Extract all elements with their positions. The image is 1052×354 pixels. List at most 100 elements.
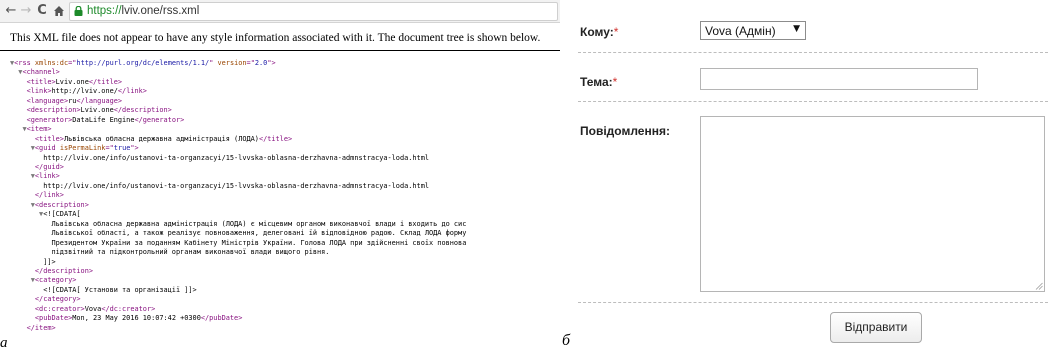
xml-line: ▼<channel> bbox=[10, 68, 466, 77]
xml-token: http://lviv.one/info/ustanovi-ta-organza… bbox=[10, 153, 429, 162]
xml-line: ▼<item> bbox=[10, 125, 466, 134]
recipient-select[interactable]: Vova (Адмін) ▼ bbox=[700, 21, 806, 40]
xml-token: <link> bbox=[34, 172, 60, 181]
required-mark: * bbox=[612, 75, 618, 89]
xml-token: <guid bbox=[34, 144, 60, 153]
xml-line: <title>Lviv.one</title> bbox=[10, 78, 466, 87]
xml-token: </category> bbox=[34, 295, 81, 304]
xml-token bbox=[10, 324, 27, 332]
message-textarea[interactable] bbox=[700, 116, 1045, 292]
xml-line: ▼<![CDATA[ bbox=[10, 210, 466, 219]
xml-token: http://lviv.one/ bbox=[51, 87, 118, 96]
xml-token: <description> bbox=[34, 200, 89, 209]
xml-line: </guid> bbox=[10, 163, 466, 172]
required-mark: * bbox=[613, 25, 619, 39]
xml-token: " bbox=[209, 59, 218, 67]
xml-token: "> bbox=[267, 59, 276, 67]
xml-token: <rss bbox=[14, 59, 35, 67]
xml-token: Lviv.one bbox=[80, 106, 114, 115]
panel-label-b: б bbox=[562, 332, 571, 349]
xml-token: <description> bbox=[26, 106, 81, 115]
xml-line: </category> bbox=[10, 295, 466, 304]
xml-style-notice: This XML file does not appear to have an… bbox=[10, 32, 541, 44]
xml-token: <![CDATA[ bbox=[43, 210, 81, 219]
xml-token: http://purl.org/dc/elements/1.1/ bbox=[76, 59, 210, 67]
collapse-toggle-icon[interactable]: ▼ bbox=[10, 125, 26, 133]
xml-line: <description>Lviv.one</description> bbox=[10, 106, 466, 115]
resize-grip-icon[interactable] bbox=[1035, 282, 1043, 290]
chevron-down-icon: ▼ bbox=[793, 24, 800, 34]
home-icon[interactable] bbox=[52, 3, 66, 19]
xml-line: <link>http://lviv.one/</link> bbox=[10, 87, 466, 96]
xml-token: http://lviv.one/info/ustanovi-ta-organza… bbox=[10, 181, 429, 190]
collapse-toggle-icon[interactable]: ▼ bbox=[10, 276, 35, 284]
xml-token: </guid> bbox=[34, 162, 64, 171]
xml-token: Львівська обласна державна адміністрація… bbox=[63, 134, 259, 143]
url-scheme: https:// bbox=[87, 5, 122, 17]
xml-token: "> bbox=[130, 144, 139, 153]
xml-token bbox=[10, 295, 35, 303]
forward-arrow-icon[interactable]: → bbox=[19, 3, 33, 19]
message-label: Повідомлення: bbox=[580, 124, 670, 138]
xml-token bbox=[10, 116, 27, 124]
collapse-toggle-icon[interactable]: ▼ bbox=[10, 210, 43, 218]
url-path: lviv.one/rss.xml bbox=[121, 5, 200, 17]
notice-divider bbox=[0, 50, 560, 51]
xml-line: ▼<category> bbox=[10, 276, 466, 285]
xml-token: <language> bbox=[26, 96, 69, 105]
xml-token: =" bbox=[105, 144, 114, 153]
subject-input[interactable] bbox=[700, 68, 978, 90]
xml-line: <dc:creator>Vova</dc:creator> bbox=[10, 305, 466, 314]
xml-line: http://lviv.one/info/ustanovi-ta-organza… bbox=[10, 182, 466, 191]
xml-token: <generator> bbox=[26, 115, 73, 124]
panel-label-a: а bbox=[0, 335, 8, 351]
xml-token bbox=[10, 97, 27, 105]
subject-label-text: Тема: bbox=[580, 75, 613, 89]
xml-token: <pubDate> bbox=[34, 314, 73, 323]
xml-token: <item> bbox=[26, 125, 52, 134]
xml-token bbox=[10, 135, 35, 143]
xml-line: </link> bbox=[10, 191, 466, 200]
form-separator bbox=[578, 52, 1048, 53]
xml-token: </pubDate> bbox=[200, 314, 243, 323]
xml-line: </item> bbox=[10, 324, 466, 333]
recipient-label-text: Кому: bbox=[580, 25, 614, 39]
xml-token: </language> bbox=[76, 96, 123, 105]
reload-icon[interactable]: C bbox=[35, 3, 49, 19]
xml-token bbox=[10, 163, 35, 171]
xml-token: підзвітний та підконтрольний органам вик… bbox=[10, 248, 330, 257]
xml-token: <![CDATA[ Установи та організації ]]> bbox=[10, 285, 197, 294]
xml-token bbox=[10, 314, 35, 322]
xml-document-tree: ▼<rss xmlns:dc="http://purl.org/dc/eleme… bbox=[10, 59, 466, 333]
xml-token: </description> bbox=[34, 266, 93, 275]
xml-line: ▼<rss xmlns:dc="http://purl.org/dc/eleme… bbox=[10, 59, 466, 68]
back-arrow-icon[interactable]: ← bbox=[4, 3, 18, 19]
send-button[interactable]: Відправити bbox=[830, 312, 922, 343]
xml-line: <title>Львівська обласна державна адміні… bbox=[10, 135, 466, 144]
collapse-toggle-icon[interactable]: ▼ bbox=[10, 172, 35, 180]
xml-token bbox=[10, 87, 27, 95]
xml-line: ]]> bbox=[10, 258, 466, 267]
xml-line: Львівської області, а також реалізує пов… bbox=[10, 229, 466, 238]
address-bar[interactable]: https://lviv.one/rss.xml bbox=[69, 2, 558, 21]
xml-token bbox=[10, 106, 27, 114]
xml-token: </link> bbox=[34, 191, 64, 200]
form-separator bbox=[578, 302, 1048, 303]
xml-token: Vova bbox=[84, 304, 102, 313]
xml-token: =" bbox=[246, 59, 255, 67]
collapse-toggle-icon[interactable]: ▼ bbox=[10, 201, 35, 209]
collapse-toggle-icon[interactable]: ▼ bbox=[10, 68, 22, 76]
xml-token bbox=[10, 267, 35, 275]
browser-toolbar: ← → C https://lviv.one/rss.xml bbox=[0, 0, 560, 23]
collapse-toggle-icon[interactable]: ▼ bbox=[10, 144, 35, 152]
xml-line: <generator>DataLife Engine</generator> bbox=[10, 116, 466, 125]
xml-token: Львівської області, а також реалізує пов… bbox=[10, 229, 467, 238]
form-separator bbox=[578, 101, 1048, 102]
xml-line: </description> bbox=[10, 267, 466, 276]
xml-line: Президентом України за поданням Кабінету… bbox=[10, 239, 466, 248]
xml-line: <language>ru</language> bbox=[10, 97, 466, 106]
xml-token: Lviv.one bbox=[55, 77, 89, 86]
xml-token: </generator> bbox=[134, 115, 185, 124]
xml-token: </title> bbox=[88, 77, 123, 86]
xml-line: ▼<link> bbox=[10, 172, 466, 181]
